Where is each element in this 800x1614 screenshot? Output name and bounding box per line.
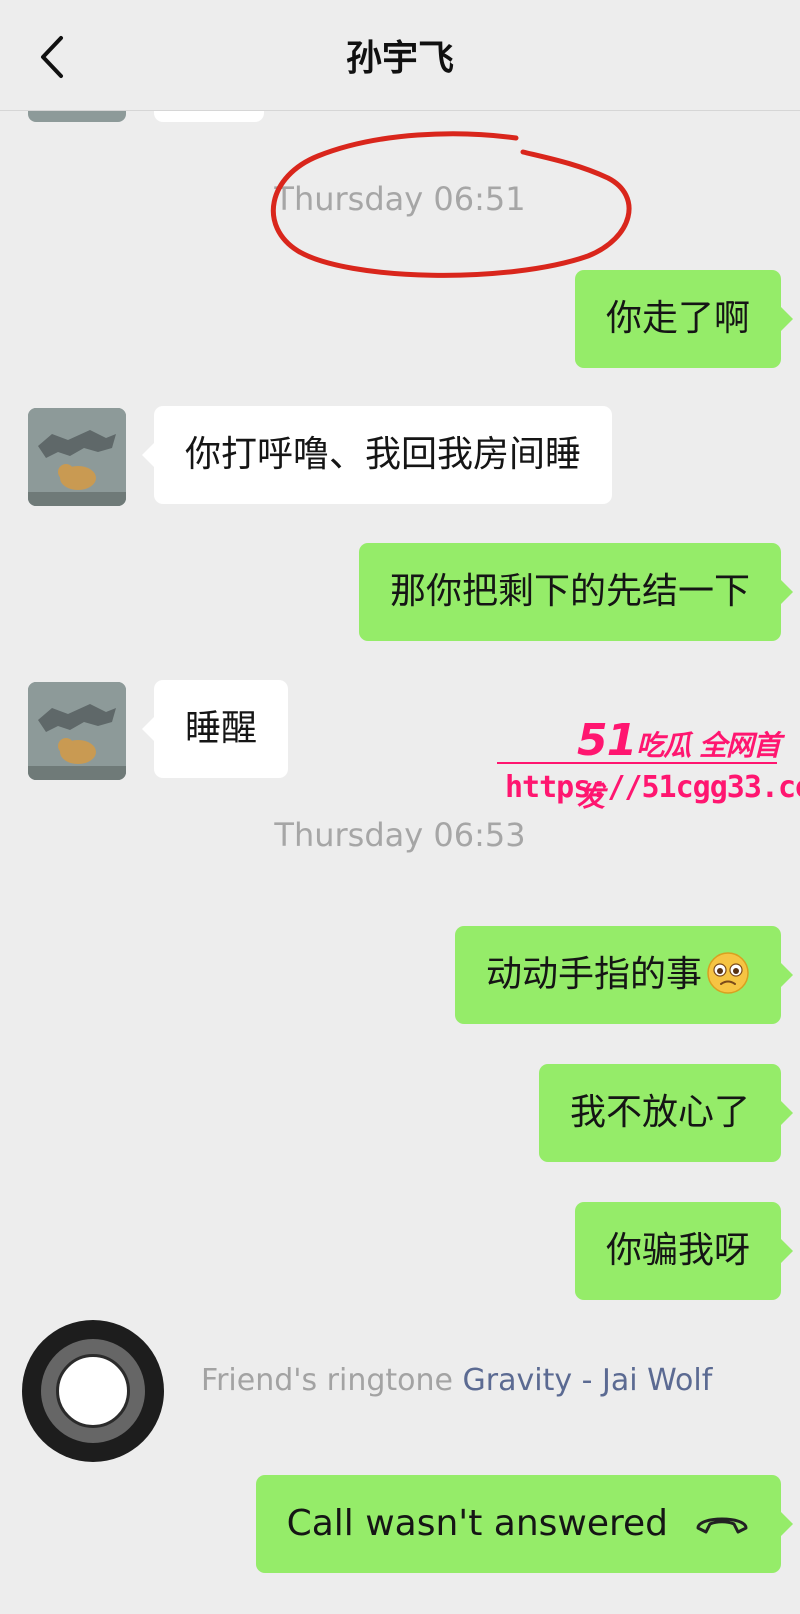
outgoing-bubble[interactable]: 你骗我呀 [574,1202,794,1300]
ringtone-notice: Friend's ringtone Gravity - Jai Wolf [201,1363,712,1398]
red-circle-annotation [270,131,632,278]
message-row-outgoing: 动动手指的事 [0,926,800,1026]
call-record-bubble[interactable]: Call wasn't answered [255,1475,794,1573]
watermark-divider [497,762,777,764]
contact-avatar[interactable] [28,682,126,780]
outgoing-bubble[interactable]: 我不放心了 [538,1064,794,1162]
hang-up-phone-icon [696,1517,748,1534]
watermark-url: https://51cgg33.com [505,770,800,805]
chat-header: 孙宇飞 [0,0,800,111]
floating-assistive-button[interactable] [22,1320,164,1462]
horse-avatar-icon [28,682,126,780]
timestamp: Thursday 06:53 [274,816,526,854]
message-row-outgoing: 那你把剩下的先结一下 [0,543,800,643]
incoming-bubble[interactable]: 睡醒 [141,680,289,778]
message-row-outgoing: Call wasn't answered [0,1475,800,1575]
outgoing-bubble[interactable]: 动动手指的事 [454,926,794,1024]
contact-avatar[interactable] [28,408,126,506]
message-row-outgoing: 你骗我呀 [0,1202,800,1302]
incoming-bubble[interactable]: 你打呼噜、我回我房间睡 [141,406,613,504]
message-text: 动动手指的事 [485,954,702,995]
message-row-outgoing: 我不放心了 [0,1064,800,1164]
outgoing-bubble[interactable]: 那你把剩下的先结一下 [358,543,794,641]
message-row-incoming: 你打呼噜、我回我房间睡 [0,406,800,506]
ringtone-label: Friend's ringtone [201,1363,453,1398]
outgoing-bubble[interactable]: 你走了啊 [574,270,794,368]
watermark: 51吃瓜 全网首发 https://51cgg33.com [497,715,800,815]
message-row-outgoing: 你走了啊 [0,270,800,370]
call-status-text: Call wasn't answered [286,1503,668,1544]
floating-button-core [56,1354,130,1428]
horse-avatar-icon [28,408,126,506]
contact-name: 孙宇飞 [345,38,454,79]
ringtone-song-link[interactable]: Gravity - Jai Wolf [463,1363,713,1398]
pleading-face-emoji-icon [707,952,749,994]
